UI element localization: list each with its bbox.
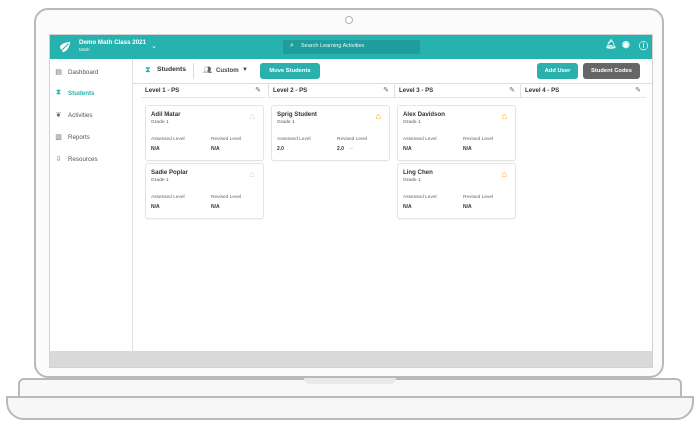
move-students-button[interactable]: Move Students	[260, 63, 320, 79]
revised-level-label: Revised Level	[463, 137, 494, 142]
revised-level-label: Revised Level	[211, 137, 242, 142]
edit-icon[interactable]: ✎	[383, 86, 389, 94]
activities-icon: ❦	[55, 112, 62, 119]
student-card-sadie-poplar[interactable]: Sadie Poplar Grade 1 ⌂ Assessed Level Re…	[145, 163, 264, 219]
student-name: Sadie Poplar	[151, 169, 188, 176]
group-icon: 👥︎	[203, 67, 212, 74]
sidebar-item-reports[interactable]: ▥ Reports	[54, 130, 128, 144]
home-icon: ⌂	[249, 111, 255, 121]
home-icon: ⌂	[501, 111, 507, 121]
dropdown-caret-icon[interactable]: ▼	[242, 67, 248, 73]
assessed-level-value: 2.0	[277, 146, 284, 152]
edit-icon[interactable]: ✎	[255, 86, 261, 94]
footer-bar	[50, 351, 652, 367]
sidebar-item-label: Dashboard	[68, 69, 99, 76]
assessed-level-label: Assessed Level	[151, 137, 185, 142]
column-title: Level 2 - PS	[273, 87, 308, 94]
laptop-base-bottom	[6, 396, 694, 420]
column-header-level-3: Level 3 - PS ✎	[395, 84, 520, 98]
home-icon: ⌂	[375, 111, 381, 121]
sidebar-item-students[interactable]: ⧗ Students	[54, 86, 128, 100]
add-user-button[interactable]: Add User	[537, 63, 578, 79]
sidebar-item-dashboard[interactable]: ▤ Dashboard	[54, 65, 128, 79]
sidebar-item-activities[interactable]: ❦ Activities	[54, 108, 128, 122]
column-header-level-2: Level 2 - PS ✎	[269, 84, 394, 98]
user-icon[interactable]: ◉	[622, 39, 630, 50]
info-icon[interactable]: ⓘ	[639, 39, 648, 52]
sidebar-item-label: Resources	[68, 156, 98, 163]
home-icon: ⌂	[249, 169, 255, 179]
edit-icon[interactable]: ✎	[509, 86, 515, 94]
class-subtitle: Math	[79, 47, 90, 52]
camera-icon	[345, 16, 353, 24]
student-card-alex-davidson[interactable]: Alex Davidson Grade 1 ⌂ Assessed Level R…	[397, 105, 516, 161]
search-icon: ⌕	[290, 42, 294, 49]
clipboard-icon: ▤	[55, 69, 62, 76]
sidebar: ▤ Dashboard ⧗ Students ❦ Activities ▥ Re…	[50, 59, 133, 351]
chevron-down-icon[interactable]: ⌄	[151, 42, 157, 50]
revised-level-label: Revised Level	[337, 137, 368, 142]
revised-level-value: N/A	[463, 146, 472, 152]
student-grade: Grade 1	[151, 120, 169, 125]
student-name: Sprig Student	[277, 111, 317, 118]
sidebar-item-label: Activities	[68, 112, 93, 119]
home-icon: ⌂	[501, 169, 507, 179]
app-screen: Demo Math Class 2021 Math ⌄ ⌕ Search Lea…	[49, 34, 653, 368]
student-name: Ling Chen	[403, 169, 433, 176]
custom-dropdown[interactable]: Custom	[216, 67, 239, 74]
students-icon: ⧗	[56, 89, 61, 96]
sidebar-item-label: Students	[68, 90, 95, 97]
revised-level-label: Revised Level	[211, 195, 242, 200]
leaf-logo-icon	[59, 41, 71, 53]
divider	[193, 63, 194, 79]
students-icon: ⧗	[145, 65, 151, 74]
revised-level-value: N/A	[211, 146, 220, 152]
download-icon: ⇩	[55, 156, 62, 163]
column-title: Level 1 - PS	[145, 87, 180, 94]
arrow-right-icon: →	[348, 145, 354, 151]
assessed-level-label: Assessed Level	[277, 137, 311, 142]
edit-icon[interactable]: ✎	[635, 86, 641, 94]
sidebar-item-label: Reports	[68, 134, 90, 141]
revised-level-value: N/A	[463, 204, 472, 210]
column-title: Level 3 - PS	[399, 87, 434, 94]
page-title: Students	[157, 66, 187, 73]
assessed-level-value: N/A	[403, 146, 412, 152]
reports-icon: ▥	[55, 134, 62, 141]
student-grade: Grade 1	[151, 178, 169, 183]
class-title[interactable]: Demo Math Class 2021	[79, 39, 146, 46]
assessed-level-value: N/A	[151, 204, 160, 210]
laptop-notch	[304, 378, 396, 384]
assessed-level-label: Assessed Level	[403, 195, 437, 200]
student-codes-button[interactable]: Student Codes	[583, 63, 640, 79]
sidebar-item-resources[interactable]: ⇩ Resources	[54, 152, 128, 166]
student-card-ling-chen[interactable]: Ling Chen Grade 1 ⌂ Assessed Level Revis…	[397, 163, 516, 219]
student-card-sprig-student[interactable]: Sprig Student Grade 1 ⌂ Assessed Level R…	[271, 105, 390, 161]
assessed-level-label: Assessed Level	[151, 195, 185, 200]
assessed-level-value: N/A	[403, 204, 412, 210]
student-name: Alex Davidson	[403, 111, 445, 118]
search-input[interactable]: ⌕ Search Learning Activities	[283, 40, 420, 54]
revised-level-value: 2.0	[337, 146, 344, 152]
column-header-level-4: Level 4 - PS ✎	[521, 84, 646, 98]
column-header-level-1: Level 1 - PS ✎	[141, 84, 266, 98]
search-placeholder: Search Learning Activities	[301, 43, 365, 49]
revised-level-value: N/A	[211, 204, 220, 210]
assessed-level-value: N/A	[151, 146, 160, 152]
revised-level-label: Revised Level	[463, 195, 494, 200]
bell-icon[interactable]: 🔔︎	[605, 39, 616, 50]
student-grade: Grade 1	[403, 178, 421, 183]
top-bar: Demo Math Class 2021 Math ⌄ ⌕ Search Lea…	[50, 35, 652, 59]
student-card-adil-matar[interactable]: Adil Matar Grade 1 ⌂ Assessed Level Revi…	[145, 105, 264, 161]
column-title: Level 4 - PS	[525, 87, 560, 94]
assessed-level-label: Assessed Level	[403, 137, 437, 142]
student-name: Adil Matar	[151, 111, 181, 118]
students-toolbar: ⧗ Students 👥︎ Custom ▼ Move Students Add…	[133, 59, 652, 84]
student-grade: Grade 1	[277, 120, 295, 125]
student-grade: Grade 1	[403, 120, 421, 125]
